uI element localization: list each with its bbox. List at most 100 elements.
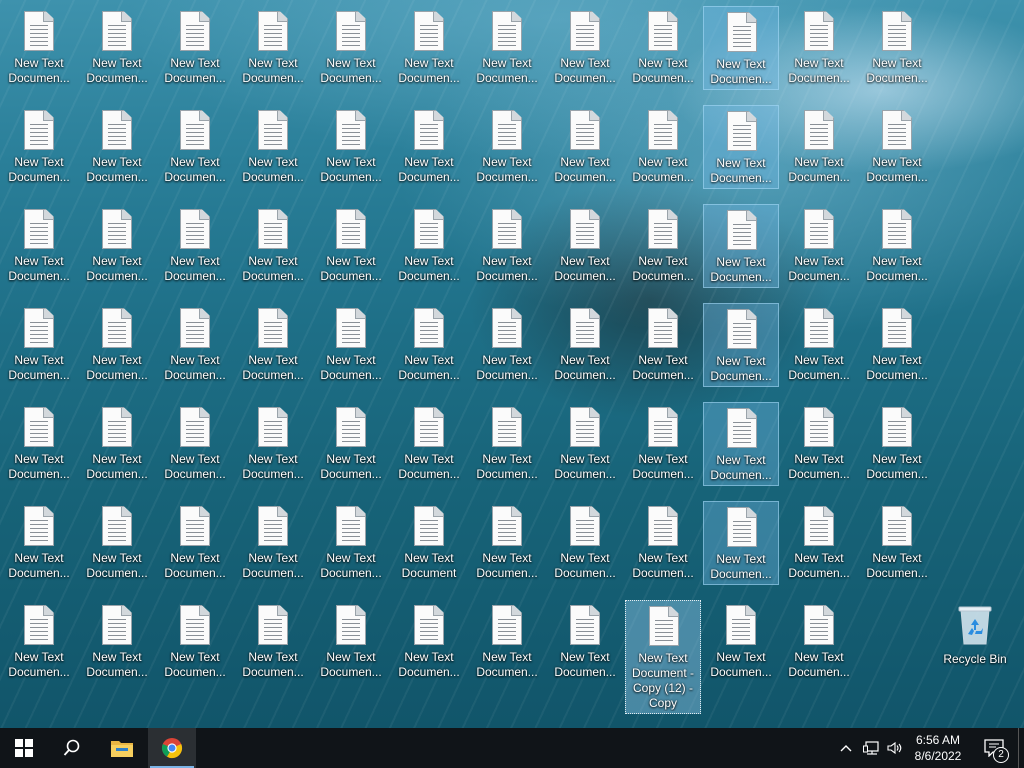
text-file-icon-item[interactable]: New Text Documen... (235, 600, 311, 684)
text-file-icon-item[interactable]: New Text Documen... (157, 501, 233, 585)
text-file-icon-item[interactable]: New Text Documen... (313, 6, 389, 90)
text-file-icon-item[interactable]: New Text Documen... (781, 303, 857, 387)
text-file-icon-item[interactable]: New Text Documen... (859, 204, 935, 288)
text-file-icon-item[interactable]: New Text Documen... (313, 501, 389, 585)
text-file-icon-item[interactable]: New Text Documen... (469, 105, 545, 189)
text-file-icon-item[interactable]: New Text Documen... (547, 501, 623, 585)
text-file-icon-item[interactable]: New Text Documen... (547, 105, 623, 189)
text-file-icon-item[interactable]: New Text Documen... (391, 402, 467, 486)
chrome-taskbar-button[interactable] (148, 728, 196, 768)
chevron-up-icon (840, 745, 852, 752)
action-center-button[interactable]: 2 (978, 728, 1010, 768)
text-file-icon-item[interactable]: New Text Documen... (157, 6, 233, 90)
text-file-icon-item[interactable]: New Text Documen... (469, 6, 545, 90)
text-file-icon-item[interactable]: New Text Documen... (1, 204, 77, 288)
text-file-icon-item[interactable]: New Text Documen... (313, 105, 389, 189)
text-file-icon-item[interactable]: New Text Documen... (79, 6, 155, 90)
text-file-icon-item[interactable]: New Text Documen... (703, 303, 779, 387)
text-file-icon-item[interactable]: New Text Documen... (703, 204, 779, 288)
text-file-icon-item[interactable]: New Text Documen... (781, 105, 857, 189)
text-file-icon-item[interactable]: New Text Documen... (157, 204, 233, 288)
desktop[interactable]: New Text Documen... New Text Documen... New … (0, 0, 1024, 728)
volume-button[interactable] (884, 728, 906, 768)
text-file-icon-item[interactable]: New Text Documen... (157, 402, 233, 486)
text-file-icon-item[interactable]: New Text Documen... (157, 600, 233, 684)
text-file-icon-item[interactable]: New Text Documen... (313, 303, 389, 387)
text-file-icon-item[interactable]: New Text Documen... (781, 6, 857, 90)
text-file-icon-item[interactable]: New Text Documen... (1, 303, 77, 387)
text-file-icon-item[interactable]: New Text Documen... (235, 402, 311, 486)
text-file-icon-item[interactable]: New Text Documen... (859, 303, 935, 387)
text-file-icon-item[interactable]: New Text Documen... (781, 204, 857, 288)
text-file-icon-item[interactable]: New Text Documen... (79, 600, 155, 684)
text-file-icon-item[interactable]: New Text Documen... (625, 6, 701, 90)
text-document-icon (570, 407, 600, 447)
clock[interactable]: 6:56 AM 8/6/2022 (908, 732, 968, 764)
text-file-icon-item[interactable]: New Text Documen... (79, 204, 155, 288)
text-file-icon-item[interactable]: New Text Documen... (391, 105, 467, 189)
text-file-icon-item[interactable]: New Text Documen... (469, 402, 545, 486)
text-file-icon-item[interactable]: New Text Documen... (313, 204, 389, 288)
text-file-icon-item[interactable]: New Text Documen... (235, 303, 311, 387)
text-file-icon-item[interactable]: New Text Documen... (79, 303, 155, 387)
text-file-icon-item[interactable]: New Text Documen... (1, 402, 77, 486)
text-file-icon-item[interactable]: New Text Documen... (469, 204, 545, 288)
text-file-icon-item[interactable]: New Text Documen... (391, 303, 467, 387)
text-file-icon-item[interactable]: New Text Documen... (703, 6, 779, 90)
text-file-icon-item[interactable]: New Text Documen... (157, 303, 233, 387)
show-desktop-button[interactable] (1018, 728, 1024, 768)
text-file-icon-item[interactable]: New Text Documen... (1, 600, 77, 684)
text-file-icon-item[interactable]: New Text Documen... (859, 6, 935, 90)
text-file-icon-item[interactable]: New Text Documen... (547, 303, 623, 387)
text-file-icon-item[interactable]: New Text Document (391, 501, 467, 585)
text-file-icon-item[interactable]: New Text Documen... (391, 600, 467, 684)
text-file-icon-item[interactable]: New Text Documen... (391, 6, 467, 90)
start-button[interactable] (0, 728, 48, 768)
text-file-icon-item[interactable]: New Text Documen... (1, 501, 77, 585)
file-name-label: New Text Documen... (2, 650, 76, 680)
text-file-icon-item[interactable]: New Text Documen... (547, 600, 623, 684)
text-file-icon-item[interactable]: New Text Documen... (235, 105, 311, 189)
text-file-icon-item[interactable]: New Text Documen... (625, 204, 701, 288)
text-file-icon-item[interactable]: New Text Documen... (781, 501, 857, 585)
file-name-line: Documen... (398, 170, 460, 184)
text-file-icon-item[interactable]: New Text Documen... (313, 402, 389, 486)
text-file-icon-item[interactable]: New Text Documen... (547, 204, 623, 288)
recycle-bin[interactable]: Recycle Bin (937, 600, 1013, 674)
file-name-label: New Text Documen... (705, 453, 777, 483)
text-file-icon-item[interactable]: New Text Documen... (1, 6, 77, 90)
text-file-icon-item[interactable]: New Text Documen... (547, 402, 623, 486)
show-hidden-icons-button[interactable] (836, 728, 856, 768)
text-file-icon-item[interactable]: New Text Documen... (703, 600, 779, 684)
text-file-icon-item[interactable]: New Text Documen... (703, 105, 779, 189)
text-file-icon-item[interactable]: New Text Documen... (79, 501, 155, 585)
text-file-icon-item[interactable]: New Text Documen... (469, 303, 545, 387)
text-file-icon-item[interactable]: New Text Documen... (625, 501, 701, 585)
text-file-icon-item[interactable]: New Text Documen... (313, 600, 389, 684)
text-file-icon-item[interactable]: New Text Documen... (781, 600, 857, 684)
file-explorer-button[interactable] (98, 728, 146, 768)
text-file-icon-item[interactable]: New Text Documen... (703, 501, 779, 585)
text-file-icon-item[interactable]: New Text Documen... (703, 402, 779, 486)
text-file-icon-item[interactable]: New Text Documen... (625, 303, 701, 387)
text-file-icon-item[interactable]: New Text Documen... (781, 402, 857, 486)
text-file-icon-item[interactable]: New Text Documen... (625, 402, 701, 486)
text-file-icon-item[interactable]: New Text Document - Copy (12) - Copy (625, 600, 701, 714)
text-file-icon-item[interactable]: New Text Documen... (391, 204, 467, 288)
text-file-icon-item[interactable]: New Text Documen... (157, 105, 233, 189)
search-button[interactable] (48, 728, 96, 768)
text-file-icon-item[interactable]: New Text Documen... (859, 501, 935, 585)
text-file-icon-item[interactable]: New Text Documen... (79, 105, 155, 189)
text-file-icon-item[interactable]: New Text Documen... (859, 402, 935, 486)
text-file-icon-item[interactable]: New Text Documen... (547, 6, 623, 90)
text-file-icon-item[interactable]: New Text Documen... (235, 6, 311, 90)
text-file-icon-item[interactable]: New Text Documen... (469, 501, 545, 585)
text-file-icon-item[interactable]: New Text Documen... (1, 105, 77, 189)
text-file-icon-item[interactable]: New Text Documen... (79, 402, 155, 486)
text-file-icon-item[interactable]: New Text Documen... (625, 105, 701, 189)
text-file-icon-item[interactable]: New Text Documen... (235, 204, 311, 288)
text-file-icon-item[interactable]: New Text Documen... (469, 600, 545, 684)
network-button[interactable] (860, 728, 884, 768)
text-file-icon-item[interactable]: New Text Documen... (235, 501, 311, 585)
text-file-icon-item[interactable]: New Text Documen... (859, 105, 935, 189)
